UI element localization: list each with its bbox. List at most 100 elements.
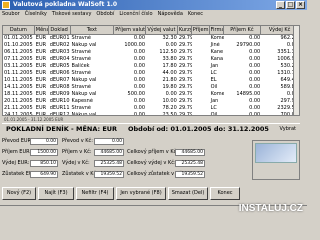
journal-banner: POKLADNÍ DENÍK - MĚNA: EUR Období od: 01… — [2, 123, 300, 134]
table-cell: 0.00 — [249, 77, 261, 83]
zustatek-kc-label: Zůstatek v Kč: — [62, 171, 99, 177]
table-cell: 01.01.2005 — [4, 35, 33, 41]
table-cell: EUR — [35, 112, 47, 116]
find-button[interactable]: Najít (F3) — [38, 187, 74, 200]
prevod-eur-label: Převod EUR: — [2, 138, 33, 144]
table-cell: 01.11.2005 — [4, 70, 33, 76]
table-row[interactable]: 21.11.2005EURdEUR11Stravné 0.00 78.2029.79… — [3, 105, 299, 112]
table-cell: 03.11.2005 — [4, 63, 33, 69]
table-row[interactable]: 01.01.2005EURdEUR01Stravné 0.00 32.3029.79… — [3, 35, 299, 42]
menu-tiskove-sestavy[interactable]: Tiskové sestavy — [52, 10, 92, 18]
table-row[interactable]: 24.11.2005 EUR dEUR12 Nákup val 0.00 23.50 29.… — [3, 112, 299, 116]
celkem-vydej-label: Celkový výdej v Kč: — [127, 160, 176, 166]
table-row[interactable]: 01.11.2005EURdEUR06Stravné 0.00 44.0029.79… — [3, 70, 299, 77]
col-prijem[interactable]: Příjem — [192, 26, 210, 34]
col-firma[interactable]: Firma — [210, 26, 224, 34]
table-row[interactable]: 14.11.2005EURdEUR08Stravné 0.00 19.8029.79… — [3, 84, 299, 91]
table-cell: 07.11.2005 — [4, 56, 33, 62]
table-row[interactable]: 01.10.2005 EUR dEUR02 Nákup val 1000.00 0.00 2… — [3, 42, 299, 49]
table-cell: 29.790 — [178, 91, 192, 97]
table-cell: dEUR11 — [49, 105, 70, 111]
table-cell: 19.80 — [162, 84, 177, 90]
table-cell: EUR — [35, 35, 47, 41]
table-cell: Nákup val — [71, 77, 97, 83]
delete-button[interactable]: Smazat (Del) — [168, 187, 208, 200]
select-label[interactable]: Vybrat — [280, 124, 297, 135]
table-cell: Jiné — [210, 42, 220, 48]
period-label: Období od: — [128, 125, 169, 133]
prevod-eur-value: 0.00 — [30, 137, 58, 145]
table-row[interactable]: 20.11.2005EURdEUR10Kapesné 0.00 10.0029.79… — [3, 98, 299, 105]
menu-konec[interactable]: Konec — [188, 10, 203, 18]
table-cell: Jan — [210, 98, 219, 104]
table-cell: dEUR06 — [49, 70, 70, 76]
menu-ciselniky[interactable]: Číselníky — [25, 10, 47, 18]
app-icon — [2, 1, 10, 9]
new-button[interactable]: Nový (F2) — [2, 187, 36, 200]
window-title: Valutová pokladna WalSoft 1.0 — [13, 1, 118, 8]
table-cell: Kana — [210, 56, 224, 62]
table-cell: Jan — [210, 63, 219, 69]
table-cell — [192, 105, 210, 112]
close-button[interactable]: × — [296, 1, 305, 9]
exit-button[interactable]: Konec — [210, 187, 240, 200]
period-to: 31.12.2005 — [227, 125, 269, 133]
table-cell: 17.80 — [162, 63, 177, 69]
table-cell: 0.00 — [249, 112, 261, 116]
table-cell — [192, 35, 210, 42]
table-cell — [192, 49, 210, 56]
table-cell — [192, 98, 210, 105]
col-prijem-kc[interactable]: Příjem Kč — [224, 26, 262, 34]
col-vydej-valut[interactable]: Výdej valut — [146, 26, 178, 34]
menu-licencni-cislo[interactable]: Licenční číslo — [119, 10, 152, 18]
table-cell: Balíček — [71, 63, 90, 69]
table-cell: EUR — [35, 91, 47, 97]
col-datum[interactable]: Datum — [3, 26, 35, 34]
table-row[interactable]: 03.11.2005EURdEUR05Balíček 0.00 17.8029.79… — [3, 63, 299, 70]
table-cell: 0.00 — [249, 105, 261, 111]
table-row[interactable]: 06.11.2005 EUR dEUR03 Stravné 0.00 112.50 29.7… — [3, 49, 299, 56]
table-cell: 0.00 — [133, 70, 146, 76]
table-cell: 33.80 — [162, 56, 177, 62]
maximize-button[interactable]: □ — [286, 1, 295, 9]
table-cell: 0.00 — [133, 98, 146, 104]
table-row[interactable]: 07.11.2005EURdEUR04Stravné 0.00 33.8029.79… — [3, 56, 299, 63]
col-doklad[interactable]: Doklad — [49, 26, 71, 34]
minimize-button[interactable]: _ — [276, 1, 285, 9]
table-cell: 1000.00 — [124, 42, 146, 48]
table-cell: 0.00 — [133, 105, 146, 111]
col-text[interactable]: Text — [71, 26, 115, 34]
table-cell: 0.00 — [133, 84, 146, 90]
table-cell: 29.790 — [178, 105, 192, 111]
table-cell: dEUR02 — [49, 42, 70, 48]
table-cell: 14895.00 — [236, 91, 261, 97]
col-prijem-valut[interactable]: Příjem valut — [114, 26, 147, 34]
table-cell: 0.00 — [249, 35, 261, 41]
col-kurzy[interactable]: Kurzy — [178, 26, 192, 34]
col-mena[interactable]: Měna — [35, 26, 49, 34]
selected-only-button[interactable]: Jen vybrané (F8) — [116, 187, 166, 200]
menu-napoveda[interactable]: Nápověda — [158, 10, 183, 18]
transactions-grid[interactable]: Datum Měna Doklad Text Příjem valut Výde… — [2, 25, 300, 116]
grid-scrollbar[interactable] — [293, 26, 299, 115]
vydej-eur-value: 850.10 — [30, 159, 58, 167]
table-cell: dEUR10 — [49, 98, 70, 104]
table-cell: 0.00 — [133, 112, 146, 116]
table-cell: dEUR04 — [49, 56, 70, 62]
table-row[interactable]: 10.11.2005 EUR dEUR07 Nákup val 0.00 21.80 29.… — [3, 77, 299, 84]
table-cell: Stravné — [71, 35, 92, 41]
menu-obdobi[interactable]: Období — [96, 10, 114, 18]
watermark: INSTALUJ.CZ — [238, 203, 303, 214]
table-cell: 0.00 — [249, 98, 261, 104]
nofilter-button[interactable]: Nefiltr (F4) — [76, 187, 114, 200]
table-row[interactable]: 18.11.2005 EUR dEUR09 Nákup val 500.00 0.00 29… — [3, 91, 299, 98]
table-cell: 78.20 — [162, 105, 177, 111]
menu-soubor[interactable]: Soubor — [2, 10, 20, 18]
celkem-vydej-value: 25325.48 — [175, 159, 205, 167]
table-cell: EUR — [35, 105, 47, 111]
journal-title: POKLADNÍ DENÍK - MĚNA: EUR — [6, 125, 118, 133]
table-cell: EUR — [35, 70, 47, 76]
table-cell: 01.10.2005 — [4, 42, 33, 48]
table-cell: EUR — [35, 56, 47, 62]
table-cell: 24.11.2005 — [4, 112, 33, 116]
